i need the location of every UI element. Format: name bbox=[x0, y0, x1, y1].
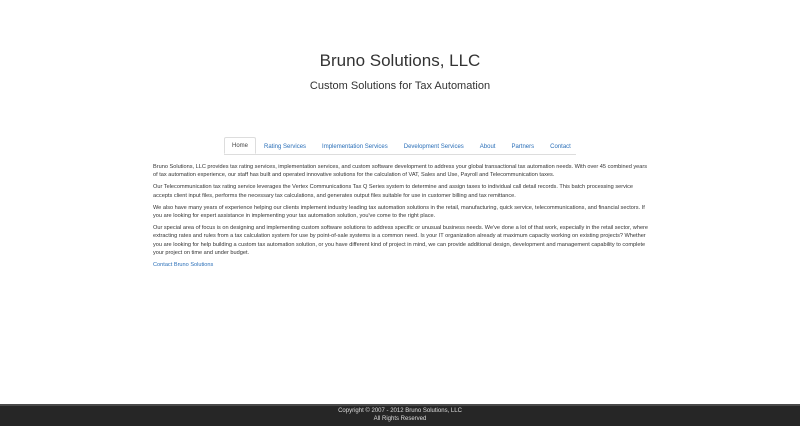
intro-paragraph: Bruno Solutions, LLC provides tax rating… bbox=[153, 164, 648, 179]
tab-contact[interactable]: Contact bbox=[542, 138, 579, 154]
tab-about[interactable]: About bbox=[472, 138, 504, 154]
site-subtitle: Custom Solutions for Tax Automation bbox=[309, 80, 491, 92]
tab-implementation-services[interactable]: Implementation Services bbox=[314, 138, 396, 154]
tab-partners[interactable]: Partners bbox=[503, 138, 542, 154]
tab-development-services[interactable]: Development Services bbox=[396, 138, 472, 154]
main-nav: Home Rating Services Implementation Serv… bbox=[224, 137, 579, 154]
page: Bruno Solutions, LLC Custom Solutions fo… bbox=[0, 0, 800, 426]
rights-text: All Rights Reserved bbox=[373, 416, 427, 422]
contact-link[interactable]: Contact Bruno Solutions bbox=[153, 262, 213, 268]
main-content: Bruno Solutions, LLC provides tax rating… bbox=[153, 163, 649, 269]
tab-rating-services[interactable]: Rating Services bbox=[256, 138, 314, 154]
site-footer: Copyright © 2007 - 2012 Bruno Solutions,… bbox=[0, 404, 800, 426]
development-paragraph: Our special area of focus is on designin… bbox=[153, 225, 649, 256]
implementation-paragraph: We also have many years of experience he… bbox=[153, 204, 645, 220]
copyright-text: Copyright © 2007 - 2012 Bruno Solutions,… bbox=[338, 408, 462, 414]
rating-paragraph: Our Telecommunication tax rating service… bbox=[153, 184, 634, 199]
nav-divider bbox=[224, 154, 576, 155]
tab-home[interactable]: Home bbox=[224, 137, 257, 154]
site-header: Bruno Solutions, LLC Custom Solutions fo… bbox=[0, 50, 800, 93]
site-title: Bruno Solutions, LLC bbox=[319, 51, 481, 70]
